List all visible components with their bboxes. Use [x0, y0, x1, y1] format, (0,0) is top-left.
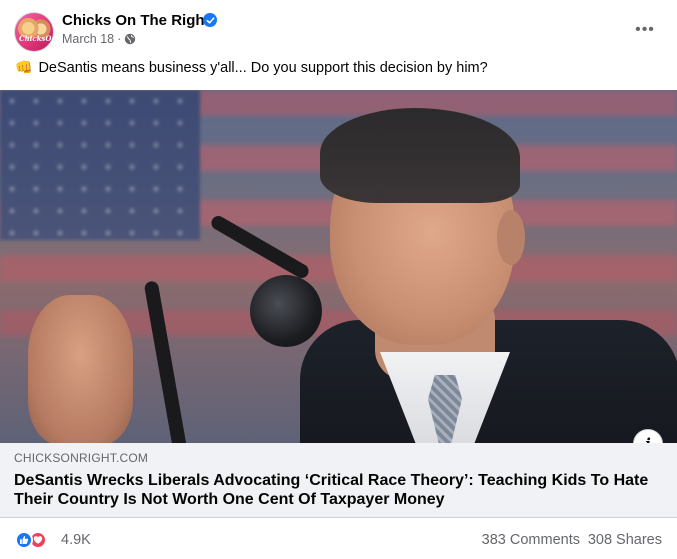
page-name-link[interactable]: Chicks On The Right — [62, 12, 210, 29]
shares-count-link[interactable]: 308 Shares — [588, 532, 662, 548]
caption-text: DeSantis means business y'all... Do you … — [38, 59, 488, 76]
post-header: ChicksOnTheRight Chicks On The Right Mar… — [12, 10, 665, 52]
more-options-button[interactable]: ••• — [631, 16, 659, 44]
avatar-logo-text: ChicksOnTheRight — [19, 34, 54, 43]
post-meta: March 18 · — [62, 32, 136, 46]
speaker-hand — [28, 295, 133, 443]
globe-icon[interactable] — [124, 33, 136, 45]
link-preview-image[interactable]: i — [0, 90, 677, 443]
speaker-hair — [320, 108, 520, 203]
link-domain: CHICKSONRIGHT.COM — [14, 451, 149, 465]
flag-canton — [0, 90, 200, 240]
microphone-icon — [250, 275, 322, 347]
link-preview-box[interactable]: CHICKSONRIGHT.COM DeSantis Wrecks Libera… — [0, 443, 677, 518]
link-title[interactable]: DeSantis Wrecks Liberals Advocating ‘Cri… — [14, 471, 654, 509]
fist-emoji-icon: 👊 — [15, 59, 33, 75]
facebook-post: ChicksOnTheRight Chicks On The Right Mar… — [0, 0, 677, 559]
post-date-link[interactable]: March 18 — [62, 32, 114, 46]
post-caption: 👊 DeSantis means business y'all... Do yo… — [15, 59, 488, 76]
comments-count-link[interactable]: 383 Comments — [482, 532, 580, 548]
page-avatar[interactable]: ChicksOnTheRight — [14, 12, 54, 52]
verified-badge-icon — [203, 13, 217, 27]
like-icon — [15, 531, 33, 549]
reaction-count[interactable]: 4.9K — [61, 532, 91, 548]
microphone-stand — [143, 280, 191, 443]
meta-separator: · — [117, 32, 122, 46]
reaction-icons[interactable] — [15, 531, 47, 549]
speaker-ear — [497, 210, 525, 265]
reactions-bar: 4.9K 383 Comments 308 Shares — [0, 518, 677, 559]
